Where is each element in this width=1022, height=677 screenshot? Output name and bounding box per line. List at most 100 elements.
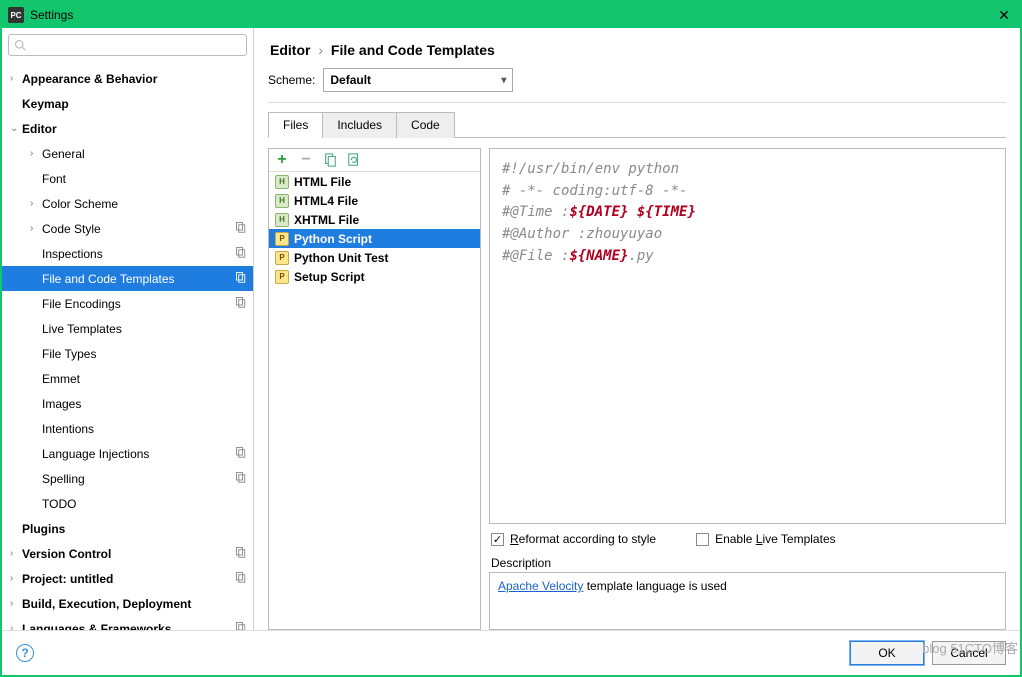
sidebar-item-label: File and Code Templates xyxy=(42,272,253,286)
search-icon xyxy=(14,39,26,51)
sidebar-item-editor[interactable]: ⌄Editor xyxy=(2,116,253,141)
chevron-icon: ⌄ xyxy=(10,123,22,134)
sidebar-item-build-execution-deployment[interactable]: ›Build, Execution, Deployment xyxy=(2,591,253,616)
template-item-html4-file[interactable]: HHTML4 File xyxy=(269,191,480,210)
chevron-icon: › xyxy=(10,623,22,630)
sidebar-item-label: Color Scheme xyxy=(42,197,253,211)
sidebar-item-font[interactable]: Font xyxy=(2,166,253,191)
sidebar-item-label: Languages & Frameworks xyxy=(22,622,253,631)
sidebar-item-label: Spelling xyxy=(42,472,253,486)
sidebar-item-emmet[interactable]: Emmet xyxy=(2,366,253,391)
template-item-python-script[interactable]: PPython Script xyxy=(269,229,480,248)
sidebar-item-label: Intentions xyxy=(42,422,253,436)
refresh-icon[interactable] xyxy=(347,153,361,167)
chevron-icon: › xyxy=(30,148,42,159)
checkbox-label: Reformat according to style xyxy=(510,532,656,546)
description-text: template language is used xyxy=(583,579,726,593)
sidebar-item-label: Build, Execution, Deployment xyxy=(22,597,253,611)
template-item-setup-script[interactable]: PSetup Script xyxy=(269,267,480,286)
template-item-html-file[interactable]: HHTML File xyxy=(269,172,480,191)
chevron-icon: › xyxy=(30,198,42,209)
settings-tree[interactable]: ›Appearance & BehaviorKeymap⌄Editor›Gene… xyxy=(2,62,253,630)
sidebar-item-images[interactable]: Images xyxy=(2,391,253,416)
chevron-down-icon: ▾ xyxy=(501,75,506,86)
html-file-icon: H xyxy=(275,175,289,189)
sidebar-item-file-and-code-templates[interactable]: File and Code Templates xyxy=(2,266,253,291)
project-scope-icon xyxy=(235,546,247,561)
help-icon[interactable]: ? xyxy=(16,644,34,662)
sidebar-item-file-encodings[interactable]: File Encodings xyxy=(2,291,253,316)
sidebar-item-label: Code Style xyxy=(42,222,253,236)
sidebar-item-live-templates[interactable]: Live Templates xyxy=(2,316,253,341)
sidebar-item-label: Editor xyxy=(22,122,253,136)
ok-button[interactable]: OK xyxy=(850,641,924,665)
chevron-icon: › xyxy=(10,73,22,84)
sidebar-item-version-control[interactable]: ›Version Control xyxy=(2,541,253,566)
sidebar-item-language-injections[interactable]: Language Injections xyxy=(2,441,253,466)
cancel-button[interactable]: Cancel xyxy=(932,641,1006,665)
sidebar-item-label: Keymap xyxy=(22,97,253,111)
sidebar-item-inspections[interactable]: Inspections xyxy=(2,241,253,266)
main-panel: Editor › File and Code Templates Scheme:… xyxy=(254,28,1020,630)
remove-icon[interactable]: − xyxy=(299,153,313,167)
sidebar-item-label: File Types xyxy=(42,347,253,361)
breadcrumb-part: Editor xyxy=(270,42,310,58)
html-file-icon: H xyxy=(275,213,289,227)
sidebar-item-color-scheme[interactable]: ›Color Scheme xyxy=(2,191,253,216)
checkbox-icon xyxy=(491,533,504,546)
project-scope-icon xyxy=(235,271,247,286)
template-code[interactable]: #!/usr/bin/env python # -*- coding:utf-8… xyxy=(489,148,1006,524)
footer: ? OK Cancel xyxy=(2,630,1020,675)
project-scope-icon xyxy=(235,621,247,630)
scheme-select[interactable]: Default ▾ xyxy=(323,68,513,92)
template-list[interactable]: HHTML FileHHTML4 FileHXHTML FilePPython … xyxy=(269,172,480,629)
sidebar-item-label: Plugins xyxy=(22,522,253,536)
scheme-row: Scheme: Default ▾ xyxy=(268,68,1006,92)
breadcrumb-part: File and Code Templates xyxy=(331,42,495,58)
tab-includes[interactable]: Includes xyxy=(322,112,397,138)
project-scope-icon xyxy=(235,471,247,486)
sidebar-item-label: General xyxy=(42,147,253,161)
sidebar-item-label: Version Control xyxy=(22,547,253,561)
sidebar-item-file-types[interactable]: File Types xyxy=(2,341,253,366)
sidebar-item-code-style[interactable]: ›Code Style xyxy=(2,216,253,241)
sidebar-item-intentions[interactable]: Intentions xyxy=(2,416,253,441)
project-scope-icon xyxy=(235,221,247,236)
live-templates-checkbox[interactable]: Enable Live Templates xyxy=(696,532,836,546)
sidebar-item-spelling[interactable]: Spelling xyxy=(2,466,253,491)
search-box[interactable] xyxy=(8,34,247,56)
breadcrumb: Editor › File and Code Templates xyxy=(270,42,1006,58)
reformat-checkbox[interactable]: Reformat according to style xyxy=(491,532,656,546)
sidebar-item-label: Live Templates xyxy=(42,322,253,336)
sidebar-item-label: Emmet xyxy=(42,372,253,386)
sidebar-item-appearance-behavior[interactable]: ›Appearance & Behavior xyxy=(2,66,253,91)
sidebar-item-plugins[interactable]: Plugins xyxy=(2,516,253,541)
template-tabs: FilesIncludesCode xyxy=(268,111,1006,138)
copy-icon[interactable] xyxy=(323,153,337,167)
description-label: Description xyxy=(491,556,1004,570)
add-icon[interactable]: + xyxy=(275,153,289,167)
checkbox-label: Enable Live Templates xyxy=(715,532,836,546)
sidebar-item-label: File Encodings xyxy=(42,297,253,311)
project-scope-icon xyxy=(235,296,247,311)
scheme-value: Default xyxy=(330,73,371,87)
sidebar-item-languages-frameworks[interactable]: ›Languages & Frameworks xyxy=(2,616,253,630)
sidebar-item-label: Images xyxy=(42,397,253,411)
velocity-link[interactable]: Apache Velocity xyxy=(498,579,583,593)
sidebar-item-project-untitled[interactable]: ›Project: untitled xyxy=(2,566,253,591)
chevron-icon: › xyxy=(10,548,22,559)
sidebar-item-keymap[interactable]: Keymap xyxy=(2,91,253,116)
template-item-python-unit-test[interactable]: PPython Unit Test xyxy=(269,248,480,267)
search-input[interactable] xyxy=(30,38,241,52)
chevron-icon: › xyxy=(10,573,22,584)
sidebar-item-todo[interactable]: TODO xyxy=(2,491,253,516)
close-icon[interactable]: ✕ xyxy=(994,7,1014,24)
template-item-xhtml-file[interactable]: HXHTML File xyxy=(269,210,480,229)
settings-window: PC Settings ✕ ›Appearance & Behavior Keym… xyxy=(0,0,1022,677)
sidebar-item-label: Inspections xyxy=(42,247,253,261)
tab-code[interactable]: Code xyxy=(396,112,455,138)
tab-files[interactable]: Files xyxy=(268,112,323,138)
chevron-right-icon: › xyxy=(318,42,323,58)
sidebar-item-general[interactable]: ›General xyxy=(2,141,253,166)
titlebar: PC Settings ✕ xyxy=(2,2,1020,28)
